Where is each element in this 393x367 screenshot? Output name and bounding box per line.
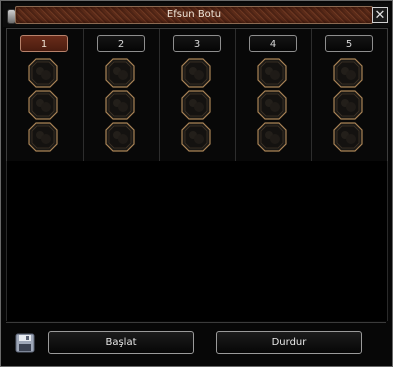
item-socket[interactable] (333, 90, 363, 120)
item-socket[interactable] (257, 58, 287, 88)
item-socket[interactable] (28, 122, 58, 152)
slot-column: 1 (7, 29, 82, 161)
item-socket[interactable] (333, 122, 363, 152)
slot-tab[interactable]: 2 (97, 35, 145, 52)
slot-column: 2 (83, 29, 159, 161)
slot-tab[interactable]: 5 (325, 35, 373, 52)
title-bar[interactable]: Efsun Botu ✕ (3, 3, 390, 27)
slot-tab[interactable]: 1 (20, 35, 68, 52)
item-socket[interactable] (181, 122, 211, 152)
slot-column: 5 (311, 29, 387, 161)
close-button[interactable]: ✕ (372, 7, 388, 23)
item-socket[interactable] (257, 90, 287, 120)
item-socket[interactable] (28, 58, 58, 88)
item-socket[interactable] (333, 58, 363, 88)
stop-button[interactable]: Durdur (216, 331, 362, 354)
slot-column: 4 (235, 29, 311, 161)
item-socket[interactable] (105, 90, 135, 120)
start-button[interactable]: Başlat (48, 331, 194, 354)
slot-column: 3 (159, 29, 235, 161)
item-socket[interactable] (257, 122, 287, 152)
item-socket[interactable] (105, 122, 135, 152)
log-area (6, 161, 388, 321)
item-slot-panel: 1 2 3 4 5 (6, 28, 388, 162)
item-socket[interactable] (28, 90, 58, 120)
efsun-bot-window: Efsun Botu ✕ 1 2 3 4 5 Başlat Durdur (0, 0, 393, 367)
slot-tab[interactable]: 3 (173, 35, 221, 52)
item-socket[interactable] (181, 58, 211, 88)
slot-tab[interactable]: 4 (249, 35, 297, 52)
window-title: Efsun Botu (166, 9, 222, 20)
item-socket[interactable] (105, 58, 135, 88)
title-banner: Efsun Botu (15, 6, 373, 24)
footer-bar: Başlat Durdur (6, 322, 386, 363)
save-icon[interactable] (15, 333, 35, 353)
item-socket[interactable] (181, 90, 211, 120)
